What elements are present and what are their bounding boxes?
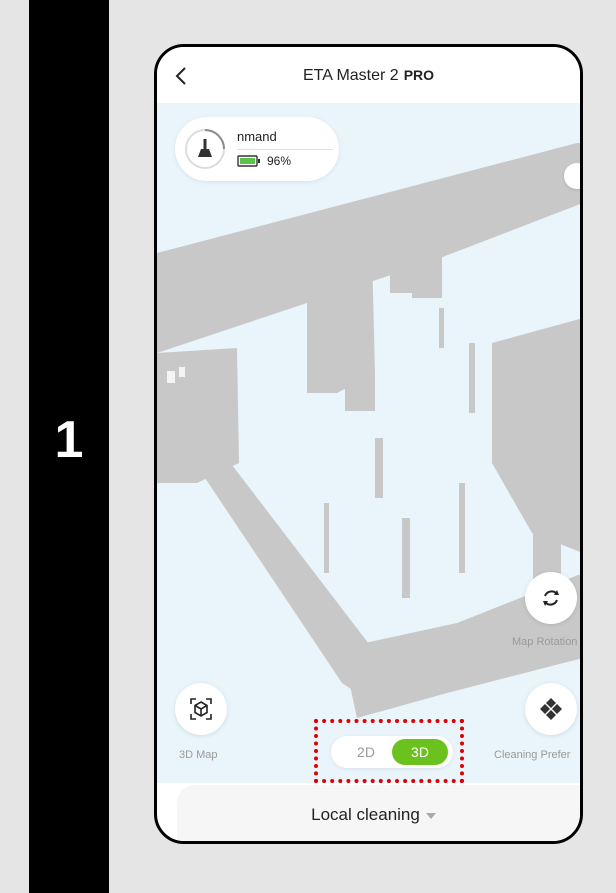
cleaning-preference-button[interactable]	[525, 683, 577, 735]
map-rotation-button[interactable]	[525, 572, 577, 624]
3d-cube-icon	[190, 698, 212, 720]
sweep-icon	[185, 129, 225, 169]
3d-map-render	[157, 143, 580, 718]
step-number: 1	[54, 411, 84, 469]
bottom-mode-panel[interactable]: Local cleaning	[177, 785, 580, 841]
page-title: ETA Master 2 PRO	[157, 67, 580, 85]
3d-map-button[interactable]	[175, 683, 227, 735]
cleaning-mode-label: Local cleaning	[311, 805, 420, 824]
cleaning-preference-label: Cleaning Prefer	[494, 749, 571, 761]
title-badge: PRO	[403, 67, 435, 83]
step-sidebar: 1	[29, 0, 109, 893]
title-text: ETA Master 2	[302, 67, 399, 84]
battery-indicator: 96%	[237, 154, 291, 168]
toggle-2d-option[interactable]: 2D	[341, 736, 391, 768]
map-area[interactable]	[157, 103, 580, 783]
diamond-grid-icon	[540, 698, 562, 720]
toggle-3d-option[interactable]: 3D	[392, 739, 448, 765]
view-mode-toggle[interactable]: 2D 3D	[331, 736, 453, 768]
map-rotation-label: Map Rotation	[512, 636, 578, 648]
status-label: nmand	[237, 129, 277, 144]
collapse-chevron-icon[interactable]	[564, 163, 580, 189]
phone-frame: ETA Master 2 PRO nmand 96% Map Rotation …	[154, 44, 583, 844]
rotate-icon	[543, 590, 559, 606]
status-card[interactable]: nmand 96%	[175, 117, 339, 181]
status-divider	[237, 149, 333, 150]
battery-icon	[237, 155, 260, 167]
dropdown-caret-icon	[425, 812, 436, 819]
3d-map-label: 3D Map	[179, 749, 218, 761]
app-header: ETA Master 2 PRO	[157, 47, 580, 103]
cleaning-mode-selector[interactable]: Local cleaning	[177, 805, 570, 825]
battery-percent: 96%	[267, 154, 292, 168]
